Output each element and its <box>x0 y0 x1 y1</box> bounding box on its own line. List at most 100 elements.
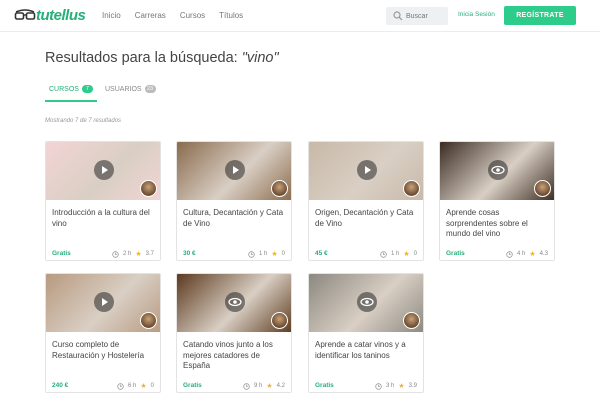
nav-item-cursos[interactable]: Cursos <box>180 11 205 20</box>
course-duration: 3 h <box>386 383 395 389</box>
play-icon[interactable] <box>94 160 114 180</box>
eye-icon[interactable] <box>357 292 377 312</box>
star-icon: ★ <box>135 251 142 258</box>
clock-icon <box>248 250 255 258</box>
course-title[interactable]: Curso completo de Restauración y Hostele… <box>52 340 158 361</box>
author-avatar[interactable] <box>140 312 157 329</box>
course-thumbnail[interactable] <box>177 142 291 200</box>
course-title[interactable]: Introducción a la cultura del vino <box>52 208 158 229</box>
clock-icon <box>375 382 382 390</box>
course-meta: 1 h ★ 0 <box>248 250 285 258</box>
clock-icon <box>117 382 124 390</box>
course-rating: 0 <box>281 251 285 257</box>
nav-item-inicio[interactable]: Inicio <box>102 11 121 20</box>
title-prefix: Resultados para la búsqueda: <box>45 50 242 66</box>
course-thumbnail[interactable] <box>177 274 291 332</box>
star-icon: ★ <box>266 383 273 390</box>
tab-cursos-label: CURSOS <box>49 85 79 93</box>
nav-item-titulos[interactable]: Títulos <box>219 11 243 20</box>
play-icon[interactable] <box>357 160 377 180</box>
course-duration: 4 h <box>517 251 526 257</box>
course-price: 30 € <box>183 250 196 257</box>
course-card[interactable]: Cultura, Decantación y Cata de Vino 30 € 1… <box>176 141 292 261</box>
brand-wordmark: tutellus <box>36 7 86 24</box>
course-meta: 1 h ★ 0 <box>380 250 417 258</box>
login-link[interactable]: Inicia Sesión <box>458 11 495 18</box>
course-duration: 1 h <box>391 251 400 257</box>
course-meta: 6 h ★ 0 <box>117 382 154 390</box>
clock-icon <box>112 250 119 258</box>
star-icon: ★ <box>398 383 405 390</box>
search-query: "vino" <box>241 50 279 66</box>
course-card[interactable]: Catando vinos junto a los mejores catado… <box>176 273 292 393</box>
play-icon[interactable] <box>225 160 245 180</box>
author-avatar[interactable] <box>271 312 288 329</box>
main-nav: Inicio Carreras Cursos Títulos <box>102 11 243 20</box>
course-title[interactable]: Origen, Decantación y Cata de Vino <box>315 208 421 229</box>
course-card[interactable]: Aprende a catar vinos y a identificar lo… <box>308 273 424 393</box>
course-price: Gratis <box>315 382 334 389</box>
course-card[interactable]: Introducción a la cultura del vino Gratis… <box>45 141 161 261</box>
course-thumbnail[interactable] <box>309 274 423 332</box>
brand-logo[interactable]: tutellus <box>14 6 88 26</box>
star-icon: ★ <box>529 251 536 258</box>
clock-icon <box>380 250 387 258</box>
course-price: 45 € <box>315 250 328 257</box>
results-tabs: CURSOS 7 USUARIOS 23 <box>45 82 555 102</box>
tab-usuarios-label: USUARIOS <box>105 85 142 93</box>
course-price: 240 € <box>52 382 69 389</box>
course-thumbnail[interactable] <box>440 142 554 200</box>
course-price: Gratis <box>183 382 202 389</box>
course-rating: 0 <box>150 383 154 389</box>
course-card[interactable]: Curso completo de Restauración y Hostele… <box>45 273 161 393</box>
course-thumbnail[interactable] <box>46 274 160 332</box>
course-rating: 3.7 <box>145 251 154 257</box>
course-duration: 6 h <box>128 383 137 389</box>
course-price: Gratis <box>446 250 465 257</box>
top-header: tutellus Inicio Carreras Cursos Títulos … <box>0 0 600 32</box>
clock-icon <box>243 382 250 390</box>
course-card[interactable]: Origen, Decantación y Cata de Vino 45 € 1 … <box>308 141 424 261</box>
page-title: Resultados para la búsqueda: "vino" <box>45 50 279 66</box>
course-duration: 1 h <box>259 251 268 257</box>
course-meta: 4 h ★ 4.3 <box>506 250 548 258</box>
course-title[interactable]: Aprende a catar vinos y a identificar lo… <box>315 340 421 361</box>
author-avatar[interactable] <box>140 180 157 197</box>
course-duration: 9 h <box>254 383 263 389</box>
course-thumbnail[interactable] <box>309 142 423 200</box>
course-rating: 4.3 <box>539 251 548 257</box>
glasses-logo-icon <box>14 9 36 20</box>
course-title[interactable]: Aprende cosas sorprendentes sobre el mun… <box>446 208 552 240</box>
results-count-text: Mostrando 7 de 7 resultados <box>45 118 122 124</box>
tab-cursos-count-badge: 7 <box>81 85 93 93</box>
eye-icon[interactable] <box>488 160 508 180</box>
clock-icon <box>506 250 513 258</box>
course-rating: 0 <box>413 251 417 257</box>
course-rating: 3.9 <box>408 383 417 389</box>
star-icon: ★ <box>271 251 278 258</box>
course-title[interactable]: Cultura, Decantación y Cata de Vino <box>183 208 289 229</box>
course-meta: 9 h ★ 4.2 <box>243 382 285 390</box>
tab-cursos[interactable]: CURSOS 7 <box>49 85 93 93</box>
search-input[interactable] <box>406 9 446 23</box>
author-avatar[interactable] <box>403 312 420 329</box>
course-duration: 2 h <box>123 251 132 257</box>
course-thumbnail[interactable] <box>46 142 160 200</box>
course-title[interactable]: Catando vinos junto a los mejores catado… <box>183 340 289 372</box>
course-price: Gratis <box>52 250 71 257</box>
course-meta: 2 h ★ 3.7 <box>112 250 154 258</box>
active-tab-indicator <box>45 100 97 102</box>
play-icon[interactable] <box>94 292 114 312</box>
author-avatar[interactable] <box>271 180 288 197</box>
nav-item-carreras[interactable]: Carreras <box>135 11 166 20</box>
tab-usuarios[interactable]: USUARIOS 23 <box>105 85 156 93</box>
course-card[interactable]: Aprende cosas sorprendentes sobre el mun… <box>439 141 555 261</box>
author-avatar[interactable] <box>534 180 551 197</box>
course-rating: 4.2 <box>276 383 285 389</box>
eye-icon[interactable] <box>225 292 245 312</box>
search-box[interactable] <box>386 7 448 25</box>
author-avatar[interactable] <box>403 180 420 197</box>
star-icon: ★ <box>403 251 410 258</box>
register-button[interactable]: REGÍSTRATE <box>504 6 576 25</box>
course-meta: 3 h ★ 3.9 <box>375 382 417 390</box>
